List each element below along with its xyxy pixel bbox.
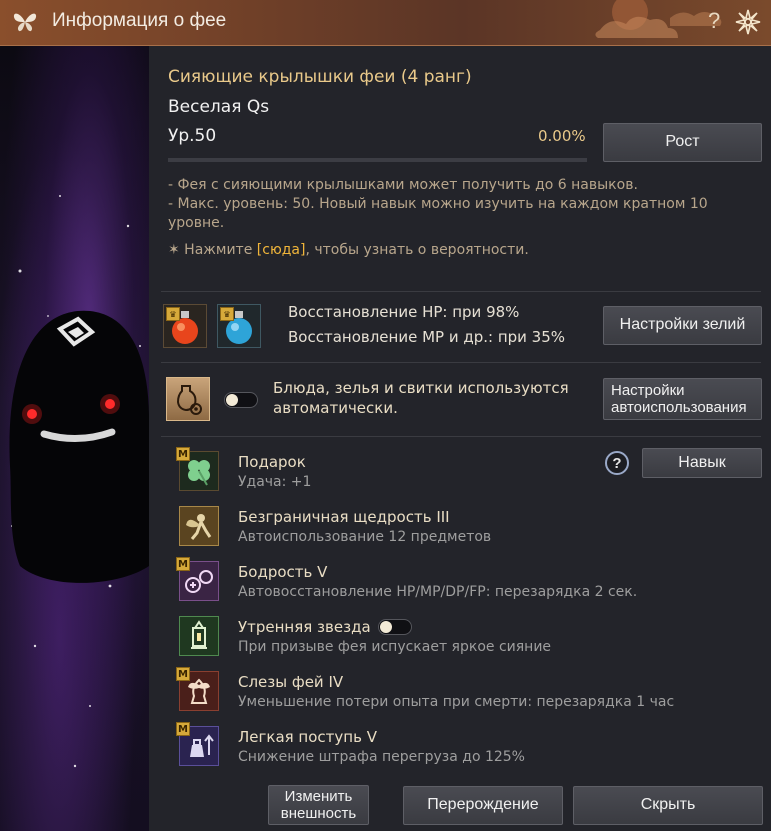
divider [161,436,761,437]
skill-desc: Удача: +1 [238,474,312,490]
auto-use-settings-line2: автоиспользования [611,399,747,416]
skill-desc: Автоиспользование 12 предметов [238,529,492,545]
fairy-name: Сияющие крылышки феи (4 ранг) [168,67,472,87]
skills-help-button[interactable]: ? [605,451,629,475]
auto-use-settings-line1: Настройки [611,381,685,399]
divider [161,291,761,292]
fairy-character-image [9,195,149,768]
hint-suffix: , чтобы узнать о вероятности. [305,242,529,258]
auto-use-toggle[interactable] [224,392,258,408]
hp-potion-slot[interactable]: ♛ [163,304,207,348]
fairy-figure-icon [186,514,212,540]
auto-use-text-line2: автоматически. [273,399,398,417]
auto-use-text-line1: Блюда, зелья и свитки используются [273,379,569,397]
exp-progress-bar [168,158,587,162]
close-flower-icon[interactable] [734,8,762,36]
mastery-badge: M [176,722,190,736]
fairy-desc-line1: - Фея с сияющими крылышками может получи… [168,177,638,193]
title-bar: Информация о фее ? [0,0,771,46]
skill-name: Легкая поступь V [238,728,377,746]
skill-name: Слезы фей IV [238,673,344,691]
potion-settings-button[interactable]: Настройки зелий [603,306,762,345]
skill-name: Безграничная щедрость III [238,508,450,526]
mastery-badge: M [176,447,190,461]
fairy-level: Ур.50 [168,126,217,146]
skill-morning-star-icon[interactable] [179,616,219,656]
window-title: Информация о фее [52,10,227,31]
auto-use-settings-button[interactable]: Настройки автоиспользования [603,378,762,420]
change-look-line2: внешность [280,805,357,822]
toggle-knob [380,621,392,633]
morning-star-toggle[interactable] [378,619,412,635]
probability-link[interactable]: [сюда] [257,242,306,258]
skill-name: Бодрость V [238,563,328,581]
skill-name: Подарок [238,453,306,471]
auto-use-slot[interactable] [166,377,210,421]
hp-recovery-text: Восстановление HP: при 98% [288,303,520,321]
rebirth-button[interactable]: Перерождение [403,786,563,825]
skill-desc: При призыве фея испускает яркое сияние [238,639,552,655]
mastery-badge: M [176,557,190,571]
probability-hint: ✶ Нажмите [сюда], чтобы узнать о вероятн… [168,242,529,258]
mp-recovery-text: Восстановление MP и др.: при 35% [288,328,566,346]
skill-desc: Снижение штрафа перегруза до 125% [238,749,525,765]
skill-desc: Автовосстановление HP/MP/DP/FP: перезаря… [238,584,638,600]
mastery-badge: M [176,667,190,681]
toggle-knob [226,394,238,406]
skill-button[interactable]: Навык [642,448,762,478]
change-appearance-button[interactable]: Изменить внешность [268,785,369,825]
potion-crown-icon: ♛ [220,307,234,321]
divider [161,362,761,363]
butterfly-icon [13,13,37,32]
mp-potion-slot[interactable]: ♛ [217,304,261,348]
skill-desc: Уменьшение потери опыта при смерти: пере… [238,694,675,710]
fairy-nickname: Веселая Qs [168,97,270,117]
fairy-desc-line3: уровне. [168,215,225,231]
change-look-line1: Изменить [284,787,353,805]
grow-button[interactable]: Рост [603,123,762,162]
exp-percent: 0.00% [538,127,586,145]
skill-generosity-icon[interactable] [179,506,219,546]
window-help-button[interactable]: ? [708,8,720,34]
fairy-portrait [0,46,149,831]
skill-name: Утренняя звезда [238,618,371,636]
fairy-desc-line2: - Макс. уровень: 50. Новый навык можно и… [168,196,708,212]
potion-crown-icon: ♛ [166,307,180,321]
lantern-icon [191,620,207,649]
fairy-info-panel: Сияющие крылышки феи (4 ранг) Веселая Qs… [149,46,771,831]
potion-gear-icon [176,385,202,415]
hide-button[interactable]: Скрыть [573,786,763,825]
hint-prefix: ✶ Нажмите [168,242,257,258]
